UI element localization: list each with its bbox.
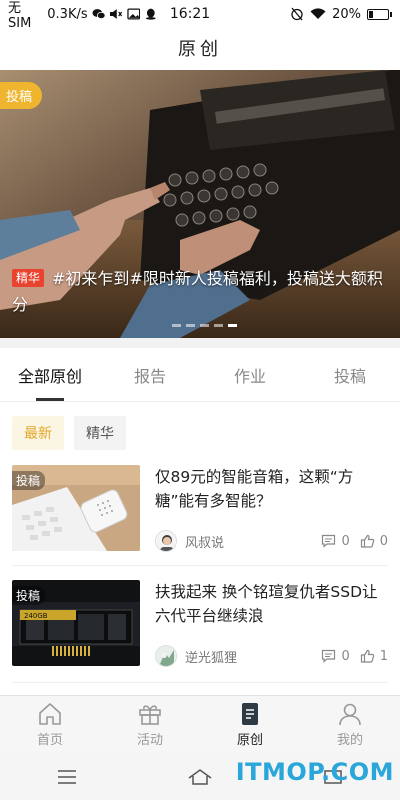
home-icon xyxy=(39,703,61,725)
nav-mine[interactable]: 我的 xyxy=(300,696,400,753)
battery-percent: 20% xyxy=(332,6,361,22)
watermark-logo: ITMOP.COM xyxy=(235,758,394,786)
like-count[interactable]: 1 xyxy=(360,649,388,664)
comment-count[interactable]: 0 xyxy=(321,648,350,664)
status-time: 16:21 xyxy=(169,6,211,22)
menu-button[interactable] xyxy=(0,769,133,785)
like-count-value: 0 xyxy=(379,533,388,549)
article-title[interactable]: 扶我起来 换个铭瑄复仇者SSD让六代平台继续浪 xyxy=(155,580,387,628)
carousel-dot[interactable] xyxy=(186,324,195,327)
status-left: 无SIM 0.3K/s xyxy=(8,0,158,31)
author-name[interactable]: 逆光狐狸 xyxy=(185,647,311,666)
author-name[interactable]: 风叔说 xyxy=(185,532,311,551)
menu-icon xyxy=(57,769,76,784)
nav-mine-label: 我的 xyxy=(336,733,363,748)
filter-essence[interactable]: 精华 xyxy=(74,416,126,450)
article-meta: 逆光狐狸 0 1 xyxy=(155,643,388,669)
filter-chips: 最新 精华 xyxy=(12,416,126,450)
status-bar: 无SIM 0.3K/s 16:21 20% xyxy=(0,0,400,31)
nav-original[interactable]: 原创 xyxy=(200,696,300,753)
article-thumbnail[interactable]: 投稿 xyxy=(12,465,140,551)
carousel-dot[interactable] xyxy=(172,324,181,327)
mute-icon xyxy=(110,9,123,19)
banner-caption[interactable]: 精华 #初来乍到#限时新人投稿福利，投稿送大额积分 xyxy=(12,266,384,318)
article-thumbnail[interactable]: 240GB 投稿 xyxy=(12,580,140,666)
tab-homework[interactable]: 作业 xyxy=(200,348,300,401)
divider xyxy=(12,682,388,683)
article-submit-tag: 投稿 xyxy=(12,471,46,490)
avatar[interactable] xyxy=(155,530,177,552)
like-count-value: 1 xyxy=(379,648,388,664)
nav-home-label: 首页 xyxy=(36,733,63,748)
banner-carousel[interactable]: 投稿 精华 #初来乍到#限时新人投稿福利，投稿送大额积分 xyxy=(0,70,400,338)
article-item[interactable]: 投稿 仅89元的智能音箱，这颗“方糖”能有多智能？ 风叔说 0 0 xyxy=(12,465,388,565)
tab-all-original[interactable]: 全部原创 xyxy=(0,348,100,401)
banner-submit-tag: 投稿 xyxy=(0,82,43,109)
category-tabs: 全部原创 报告 作业 投稿 xyxy=(0,348,400,402)
tab-reports[interactable]: 报告 xyxy=(100,348,200,401)
wifi-icon xyxy=(310,8,326,19)
banner-caption-text: #初来乍到#限时新人投稿福利，投稿送大额积分 xyxy=(12,269,383,314)
document-icon xyxy=(242,703,258,725)
comment-icon xyxy=(322,534,336,548)
article-submit-tag: 投稿 xyxy=(12,586,46,605)
comment-count-value: 0 xyxy=(341,533,350,549)
avatar[interactable] xyxy=(155,645,177,667)
person-icon xyxy=(339,703,361,726)
essence-badge: 精华 xyxy=(12,269,45,287)
comment-icon xyxy=(322,649,336,663)
carousel-dot[interactable] xyxy=(214,324,223,327)
nav-activity-label: 活动 xyxy=(136,733,163,748)
nav-home[interactable]: 首页 xyxy=(0,696,100,753)
article-meta: 风叔说 0 0 xyxy=(155,528,388,554)
thumbs-up-icon xyxy=(360,534,374,548)
filter-latest[interactable]: 最新 xyxy=(12,416,64,450)
page-title: 原创 xyxy=(178,39,222,60)
like-count[interactable]: 0 xyxy=(360,534,388,549)
home-outline-icon xyxy=(188,768,211,785)
carousel-dot[interactable] xyxy=(228,324,237,327)
tab-submissions[interactable]: 投稿 xyxy=(300,348,400,401)
nav-original-label: 原创 xyxy=(236,733,263,748)
carrier-text: 无SIM xyxy=(8,1,32,31)
status-right: 20% xyxy=(242,7,392,22)
divider xyxy=(12,565,388,566)
comment-count[interactable]: 0 xyxy=(321,533,350,549)
section-gap xyxy=(0,338,400,348)
bottom-tab-bar: 首页 活动 原创 我的 xyxy=(0,695,400,753)
carousel-dots xyxy=(172,324,237,327)
gift-icon xyxy=(139,705,161,725)
ssd-capacity-label: 240GB xyxy=(24,612,48,620)
nav-activity[interactable]: 活动 xyxy=(100,696,200,753)
article-title[interactable]: 仅89元的智能音箱，这颗“方糖”能有多智能？ xyxy=(155,465,387,513)
article-item[interactable]: 240GB 投稿 扶我起来 换个铭瑄复仇者SSD让六代平台继续浪 逆光狐狸 0 … xyxy=(12,580,388,680)
carousel-dot[interactable] xyxy=(200,324,209,327)
alarm-off-icon xyxy=(291,7,303,21)
comment-count-value: 0 xyxy=(341,648,350,664)
thumbs-up-icon xyxy=(360,649,374,663)
app-screen: 无SIM 0.3K/s 16:21 20% 原创 投稿 精华 #初来乍到#限时新… xyxy=(0,0,400,800)
battery-icon xyxy=(367,8,392,20)
wechat-icon xyxy=(92,9,106,20)
network-speed: 0.3K/s xyxy=(47,6,88,22)
